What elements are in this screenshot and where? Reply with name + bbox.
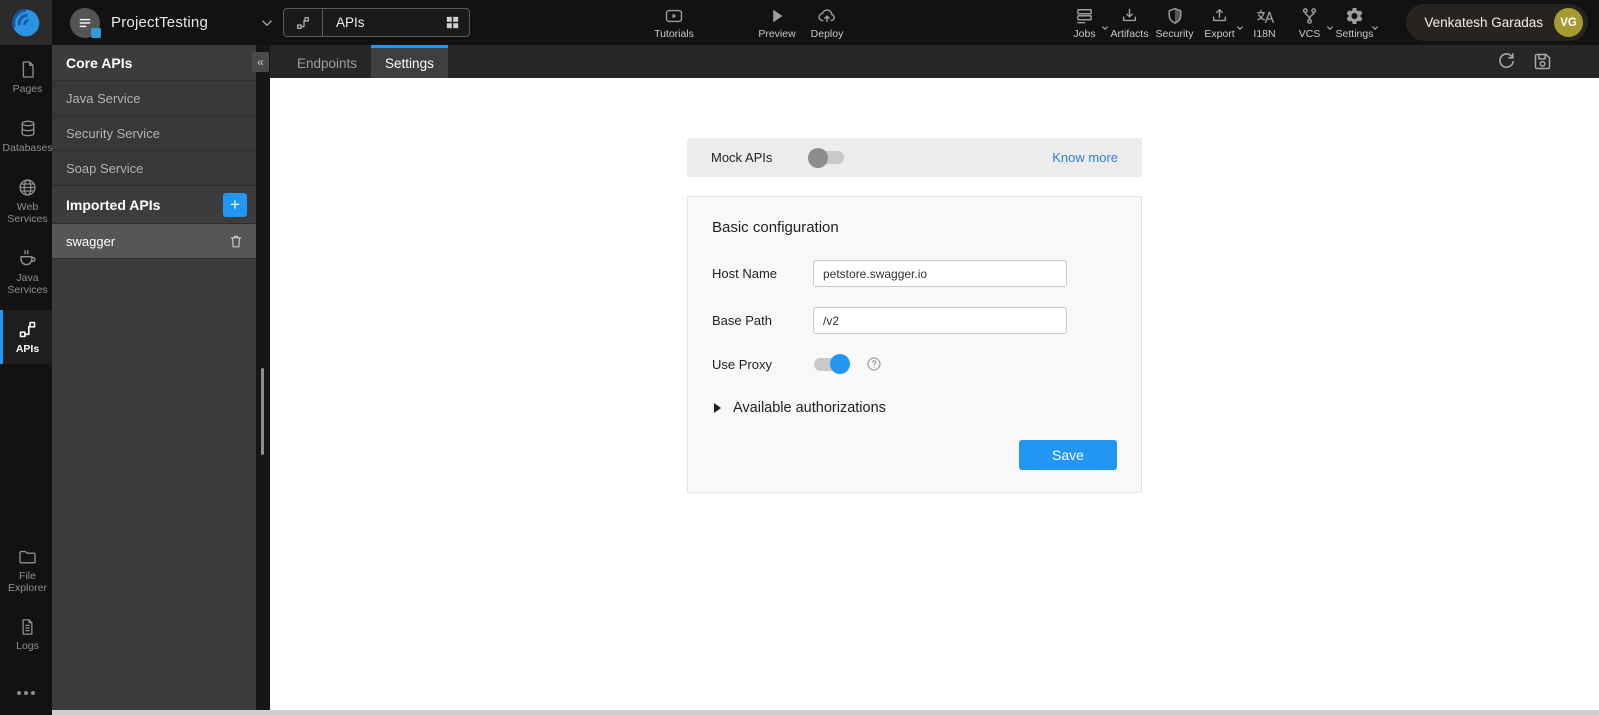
project-name: ProjectTesting: [111, 14, 209, 31]
chevron-down-icon: [258, 14, 276, 32]
main-area: Endpoints Settings Mock APIs Know more B…: [270, 45, 1599, 710]
refresh-icon[interactable]: [1496, 51, 1517, 72]
workspace-selector[interactable]: APIs: [283, 8, 470, 37]
user-menu[interactable]: Venkatesh Garadas VG: [1406, 4, 1588, 41]
sidebar-item-java-services[interactable]: Java Services: [0, 239, 52, 305]
save-file-icon[interactable]: [1532, 51, 1553, 72]
use-proxy-label: Use Proxy: [712, 356, 772, 372]
artifacts-button[interactable]: Artifacts: [1107, 6, 1152, 40]
base-path-input[interactable]: [813, 307, 1067, 334]
expand-triangle-icon: [714, 403, 721, 413]
tab-endpoints[interactable]: Endpoints: [283, 45, 371, 78]
tab-actions: [1496, 45, 1599, 78]
sidebar-item-logs[interactable]: Logs: [0, 608, 52, 661]
more-dots-icon: [14, 689, 38, 697]
help-icon[interactable]: [866, 356, 882, 372]
use-proxy-toggle[interactable]: [813, 354, 850, 374]
export-icon: [1209, 6, 1243, 30]
folder-icon: [17, 547, 38, 567]
jobs-button[interactable]: Jobs: [1062, 6, 1108, 40]
coffee-icon: [17, 248, 38, 269]
settings-content: Mock APIs Know more Basic configuration …: [270, 78, 1599, 710]
tab-settings[interactable]: Settings: [371, 45, 448, 78]
host-name-row: Host Name: [712, 260, 1117, 287]
workspace-selector-label: APIs: [336, 15, 365, 30]
tab-bar: Endpoints Settings: [270, 45, 1599, 78]
trash-icon[interactable]: [228, 233, 244, 250]
more-options-button[interactable]: [0, 677, 52, 715]
add-api-button[interactable]: +: [223, 192, 247, 217]
wavemaker-logo[interactable]: [0, 0, 52, 45]
sidebar-item-databases[interactable]: Databases: [0, 109, 53, 163]
collapse-panel-button[interactable]: «: [252, 52, 269, 72]
mock-apis-toggle[interactable]: [808, 147, 845, 168]
api-flow-icon: [284, 9, 323, 36]
available-authorizations-expander[interactable]: Available authorizations: [712, 400, 1117, 416]
bottom-scrollbar-track[interactable]: [52, 710, 1599, 715]
host-name-label: Host Name: [712, 266, 778, 281]
know-more-link[interactable]: Know more: [1052, 150, 1118, 165]
vcs-icon: [1299, 6, 1333, 30]
imported-apis-title: Imported APIs: [66, 196, 161, 213]
host-name-input[interactable]: [813, 260, 1067, 287]
basic-configuration-card: Basic configuration Host Name Base Path …: [687, 196, 1142, 493]
list-item-swagger[interactable]: swagger: [52, 224, 256, 259]
preview-icon: [767, 6, 787, 26]
logs-icon: [18, 617, 37, 637]
api-flow-icon: [17, 319, 38, 340]
mock-apis-label: Mock APIs: [711, 150, 773, 165]
panel-gutter: [256, 45, 270, 710]
user-name: Venkatesh Garadas: [1424, 15, 1543, 30]
base-path-label: Base Path: [712, 313, 772, 328]
topbar-center-actions: Tutorials Preview Deploy: [641, 0, 851, 45]
sidebar-item-apis[interactable]: APIs: [0, 310, 52, 365]
caret-down-icon: [1370, 23, 1380, 33]
basic-configuration-title: Basic configuration: [712, 219, 839, 236]
imported-apis-header: Imported APIs +: [52, 186, 256, 224]
settings-gear-icon: [1344, 6, 1378, 30]
save-button[interactable]: Save: [1019, 440, 1117, 470]
topbar: ProjectTesting APIs Tutorials Preview De…: [0, 0, 1599, 45]
i18n-icon: [1254, 6, 1276, 26]
use-proxy-row: Use Proxy: [712, 354, 1117, 374]
list-item-soap-service[interactable]: Soap Service: [52, 151, 256, 186]
grid-icon[interactable]: [444, 14, 461, 31]
topbar-right-actions: Jobs Artifacts Security Export I18N VCS …: [1062, 0, 1378, 45]
sidebar-item-web-services[interactable]: Web Services: [0, 168, 52, 234]
user-avatar: VG: [1554, 8, 1583, 37]
security-button[interactable]: Security: [1152, 6, 1197, 40]
i18n-button[interactable]: I18N: [1242, 6, 1287, 40]
databases-icon: [18, 118, 38, 139]
app-window: ProjectTesting APIs Tutorials Preview De…: [0, 0, 1599, 715]
tutorials-button[interactable]: Tutorials: [641, 6, 707, 40]
preview-button[interactable]: Preview: [753, 6, 801, 40]
api-list-panel: Core APIs Java Service Security Service …: [52, 45, 256, 710]
vcs-button[interactable]: VCS: [1287, 6, 1333, 40]
sidebar-item-file-explorer[interactable]: File Explorer: [0, 538, 52, 603]
artifacts-icon: [1119, 6, 1140, 26]
project-selector[interactable]: ProjectTesting: [70, 7, 276, 38]
project-icon: [70, 7, 101, 38]
tutorials-icon: [663, 6, 685, 26]
core-apis-header: Core APIs: [52, 45, 256, 81]
base-path-row: Base Path: [712, 307, 1117, 334]
security-icon: [1165, 6, 1185, 26]
sidebar: Pages Databases Web Services Java Servic…: [0, 45, 53, 715]
scrollbar-thumb[interactable]: [261, 368, 264, 455]
deploy-button[interactable]: Deploy: [803, 6, 851, 40]
api-item-label: swagger: [66, 233, 116, 249]
jobs-icon: [1074, 6, 1108, 30]
save-row: Save: [712, 440, 1117, 470]
pages-icon: [18, 59, 38, 80]
globe-icon: [17, 177, 38, 198]
wavemaker-logo-icon: [12, 8, 40, 36]
export-button[interactable]: Export: [1197, 6, 1243, 40]
deploy-icon: [816, 6, 838, 26]
sidebar-item-pages[interactable]: Pages: [0, 50, 52, 104]
available-authorizations-label: Available authorizations: [733, 400, 886, 416]
list-item-java-service[interactable]: Java Service: [52, 81, 256, 116]
mock-apis-card: Mock APIs Know more: [687, 138, 1142, 177]
list-item-security-service[interactable]: Security Service: [52, 116, 256, 151]
settings-button[interactable]: Settings: [1332, 6, 1378, 40]
